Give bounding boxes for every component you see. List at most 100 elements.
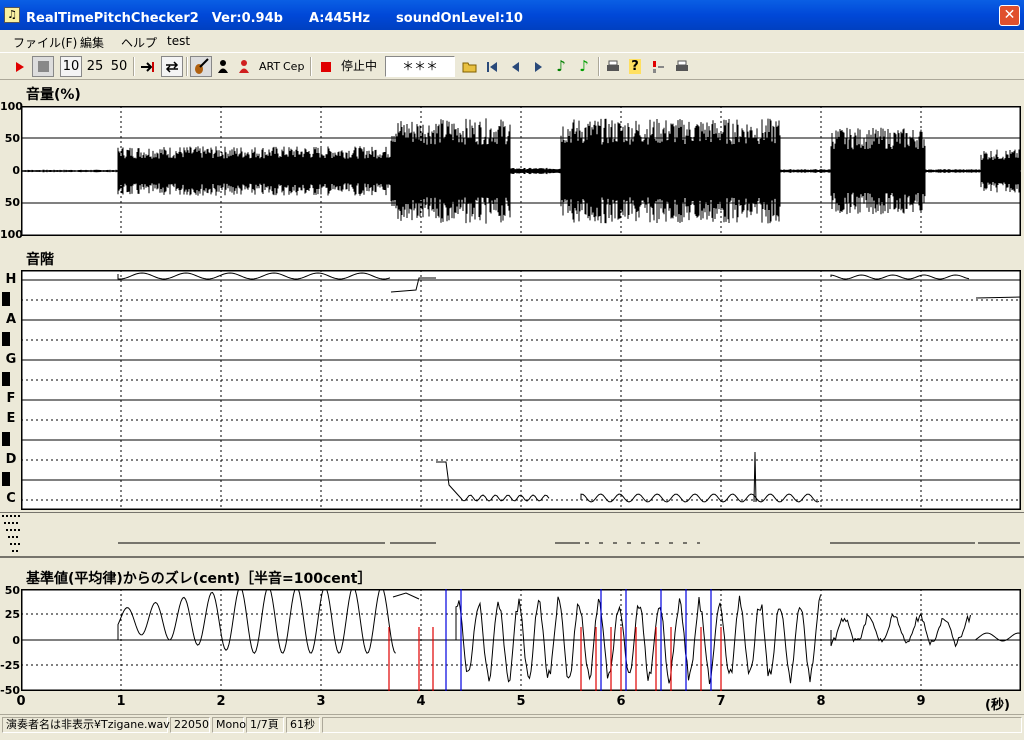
note-label-h: H <box>5 272 17 287</box>
speed-50-button[interactable]: 50 <box>108 56 130 77</box>
toolbar-separator <box>133 57 135 76</box>
piano-black-key <box>2 372 10 386</box>
prev-icon <box>512 62 519 72</box>
time-tick: 1 <box>116 694 126 709</box>
person-red-icon <box>239 60 249 73</box>
cent-tick: -25 <box>0 659 20 672</box>
time-tick: 5 <box>516 694 526 709</box>
menu-bar: ファイル(F) 編集 ヘルプ test <box>0 30 1024 52</box>
status-file: 演奏者名は非表示¥Tzigane.wav <box>2 717 170 733</box>
pitch-line <box>830 274 970 280</box>
skip-first-icon <box>487 62 497 72</box>
note-label-g: G <box>5 352 17 367</box>
stop-button[interactable] <box>32 56 54 77</box>
scale-panel-label: 音階 <box>26 252 54 268</box>
volume-tick: 0 <box>12 164 20 177</box>
status-duration: 61秒 <box>286 717 320 733</box>
next-icon <box>535 62 542 72</box>
pitch-scale-chart <box>21 270 1021 510</box>
close-button[interactable]: ✕ <box>999 5 1020 26</box>
prev-page-button[interactable] <box>506 56 524 77</box>
record-stop-button[interactable] <box>316 56 336 77</box>
cep-button[interactable]: Cep <box>282 56 304 77</box>
cent-tick: 0 <box>12 634 20 647</box>
menu-help[interactable]: ヘルプ <box>121 34 157 51</box>
loop-icon <box>165 61 179 73</box>
pitch-line <box>975 296 1021 299</box>
pitch-line <box>117 272 391 280</box>
pitch-line <box>436 461 550 502</box>
play-icon <box>16 62 24 72</box>
time-tick: 0 <box>16 694 26 709</box>
time-tick: 4 <box>416 694 426 709</box>
music-note-icon: ♪ <box>556 57 566 75</box>
note-label-d: D <box>5 452 17 467</box>
speed-25-button[interactable]: 25 <box>84 56 106 77</box>
cent-panel-label: 基準値(平均律)からのズレ(cent)［半音=100cent］ <box>26 571 372 587</box>
app-icon[interactable]: ♫ <box>4 7 20 23</box>
piano-black-key <box>2 332 10 346</box>
cent-tick: 25 <box>4 608 20 621</box>
status-bar: 演奏者名は非表示¥Tzigane.wav 22050 Mono 1/7頁 61秒 <box>0 714 1024 734</box>
volume-tick: 100 <box>0 228 23 241</box>
window-title: RealTimePitchChecker2 Ver:0.94b A:445Hz … <box>26 11 523 26</box>
volume-tick: 100 <box>0 100 23 113</box>
violin-button[interactable] <box>190 56 212 77</box>
note-green-button[interactable]: ♪ <box>552 56 570 77</box>
help-button[interactable]: ? <box>626 56 644 77</box>
time-tick: 2 <box>216 694 226 709</box>
status-stopped-label: 停止中 <box>340 59 377 73</box>
toolbar-separator <box>186 57 188 76</box>
stop-icon <box>38 61 49 72</box>
singer-red-button[interactable] <box>235 56 253 77</box>
cent-line <box>830 612 971 648</box>
marker-button[interactable] <box>648 56 668 77</box>
violin-icon <box>195 58 209 74</box>
note-label-e: E <box>6 411 16 426</box>
toolbar-separator <box>310 57 312 76</box>
note-label-a: A <box>5 312 17 327</box>
menu-file[interactable]: ファイル(F) <box>13 34 77 51</box>
status-empty <box>322 717 1022 733</box>
status-sample-rate: 22050 <box>170 717 210 733</box>
cent-deviation-chart <box>21 589 1021 691</box>
cent-line <box>117 589 396 655</box>
pitch-line <box>580 493 820 503</box>
next-page-button[interactable] <box>529 56 547 77</box>
status-page: 1/7頁 <box>246 717 284 733</box>
loop-button[interactable] <box>161 56 183 77</box>
printer-icon <box>676 60 688 71</box>
print-preview-button[interactable] <box>672 56 692 77</box>
piano-black-key <box>2 292 10 306</box>
volume-panel-label: 音量(%) <box>26 87 81 103</box>
menu-test[interactable]: test <box>167 34 190 48</box>
marker-icon <box>653 61 664 73</box>
note-display: ＊＊＊ <box>385 56 455 77</box>
note-light-green-button[interactable]: ♪ <box>575 56 593 77</box>
speed-10-button[interactable]: 10 <box>60 56 82 77</box>
piano-black-key <box>2 432 10 446</box>
help-icon: ? <box>629 59 641 74</box>
note-strip <box>0 512 1024 558</box>
time-unit-label: (秒) <box>985 698 1010 713</box>
volume-waveform-chart <box>21 106 1021 236</box>
time-tick: 8 <box>816 694 826 709</box>
art-button[interactable]: ART <box>258 56 280 77</box>
note-label-f: F <box>6 391 16 406</box>
piano-black-key <box>2 472 10 486</box>
cent-line <box>392 592 420 600</box>
first-page-button[interactable] <box>483 56 501 77</box>
menu-edit[interactable]: 編集 <box>80 34 104 51</box>
music-note-icon: ♪ <box>579 57 589 75</box>
play-button[interactable] <box>8 56 30 77</box>
jump-end-button[interactable] <box>137 56 159 77</box>
printer-icon <box>607 60 619 71</box>
jump-to-end-icon <box>141 62 154 72</box>
title-bar: ♫ RealTimePitchChecker2 Ver:0.94b A:445H… <box>0 0 1024 30</box>
singer-button[interactable] <box>214 56 232 77</box>
volume-tick: 50 <box>4 132 20 145</box>
toolbar-separator <box>598 57 600 76</box>
print-button[interactable] <box>603 56 623 77</box>
time-tick: 9 <box>916 694 926 709</box>
open-folder-button[interactable] <box>460 56 480 77</box>
